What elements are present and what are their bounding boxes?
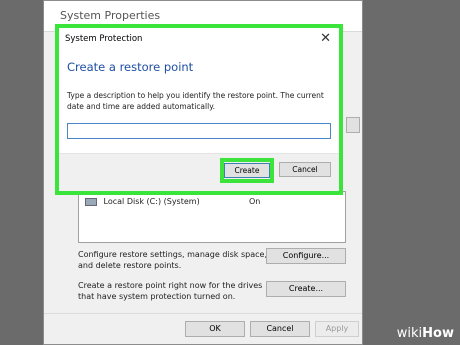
system-protection-dialog: System Protection ✕ Create a restore poi…	[55, 24, 343, 195]
dialog-cancel-button[interactable]: Cancel	[279, 162, 331, 177]
configure-button[interactable]: Configure...	[266, 248, 346, 264]
drive-name: Local Disk (C:) (System)	[103, 197, 200, 206]
dialog-titlebar: System Protection ✕	[59, 28, 339, 50]
system-properties-footer: OK Cancel Apply	[44, 313, 362, 344]
watermark-prefix: wiki	[396, 326, 423, 341]
dialog-title: System Protection	[65, 34, 143, 44]
configure-description: Configure restore settings, manage disk …	[78, 250, 267, 270]
partial-button[interactable]	[346, 117, 360, 133]
close-icon[interactable]: ✕	[320, 28, 331, 50]
wikihow-watermark: wikiHow	[397, 326, 454, 341]
create-button-highlight: Create	[220, 158, 274, 183]
drive-icon	[85, 197, 97, 206]
dialog-description: Type a description to help you identify …	[67, 91, 324, 111]
drive-list[interactable]: Local Disk (C:) (System) On	[78, 191, 346, 243]
watermark-suffix: How	[422, 326, 454, 341]
apply-button[interactable]: Apply	[315, 321, 359, 337]
restore-point-description-input[interactable]	[67, 123, 331, 139]
create-restore-point-button[interactable]: Create...	[266, 281, 346, 297]
cancel-button[interactable]: Cancel	[250, 321, 310, 337]
create-description: Create a restore point right now for the…	[78, 281, 263, 301]
drive-protection-status: On	[249, 197, 261, 206]
dialog-heading: Create a restore point	[67, 60, 194, 74]
dialog-footer: Create Cancel	[59, 153, 339, 191]
ok-button[interactable]: OK	[185, 321, 245, 337]
drive-row[interactable]: Local Disk (C:) (System) On	[85, 195, 340, 209]
create-button[interactable]: Create	[224, 163, 270, 178]
